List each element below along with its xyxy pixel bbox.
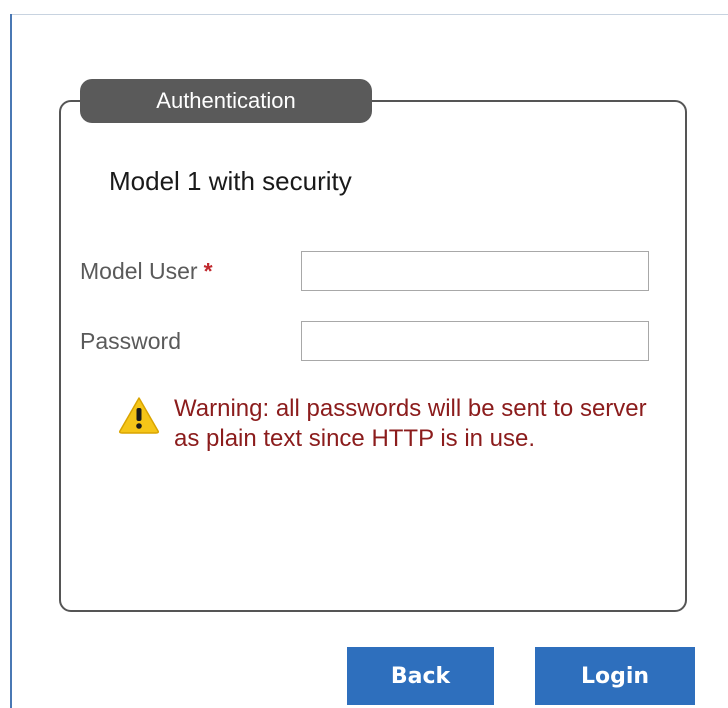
username-label: Model User * [80, 258, 213, 285]
password-label: Password [80, 328, 181, 354]
username-label-text: Model User [80, 258, 198, 284]
warning-text: Warning: all passwords will be sent to s… [174, 395, 647, 452]
password-input[interactable] [301, 321, 649, 361]
top-divider [10, 14, 728, 15]
username-input[interactable] [301, 251, 649, 291]
warning-triangle-icon [119, 397, 159, 434]
login-button[interactable]: Login [535, 647, 695, 705]
required-marker: * [203, 258, 213, 284]
fieldset-legend: Authentication [80, 79, 372, 123]
model-title: Model 1 with security [109, 166, 352, 196]
back-button[interactable]: Back [347, 647, 494, 705]
authentication-page: Authentication Model 1 with security Mod… [0, 0, 728, 708]
left-divider [10, 14, 12, 708]
